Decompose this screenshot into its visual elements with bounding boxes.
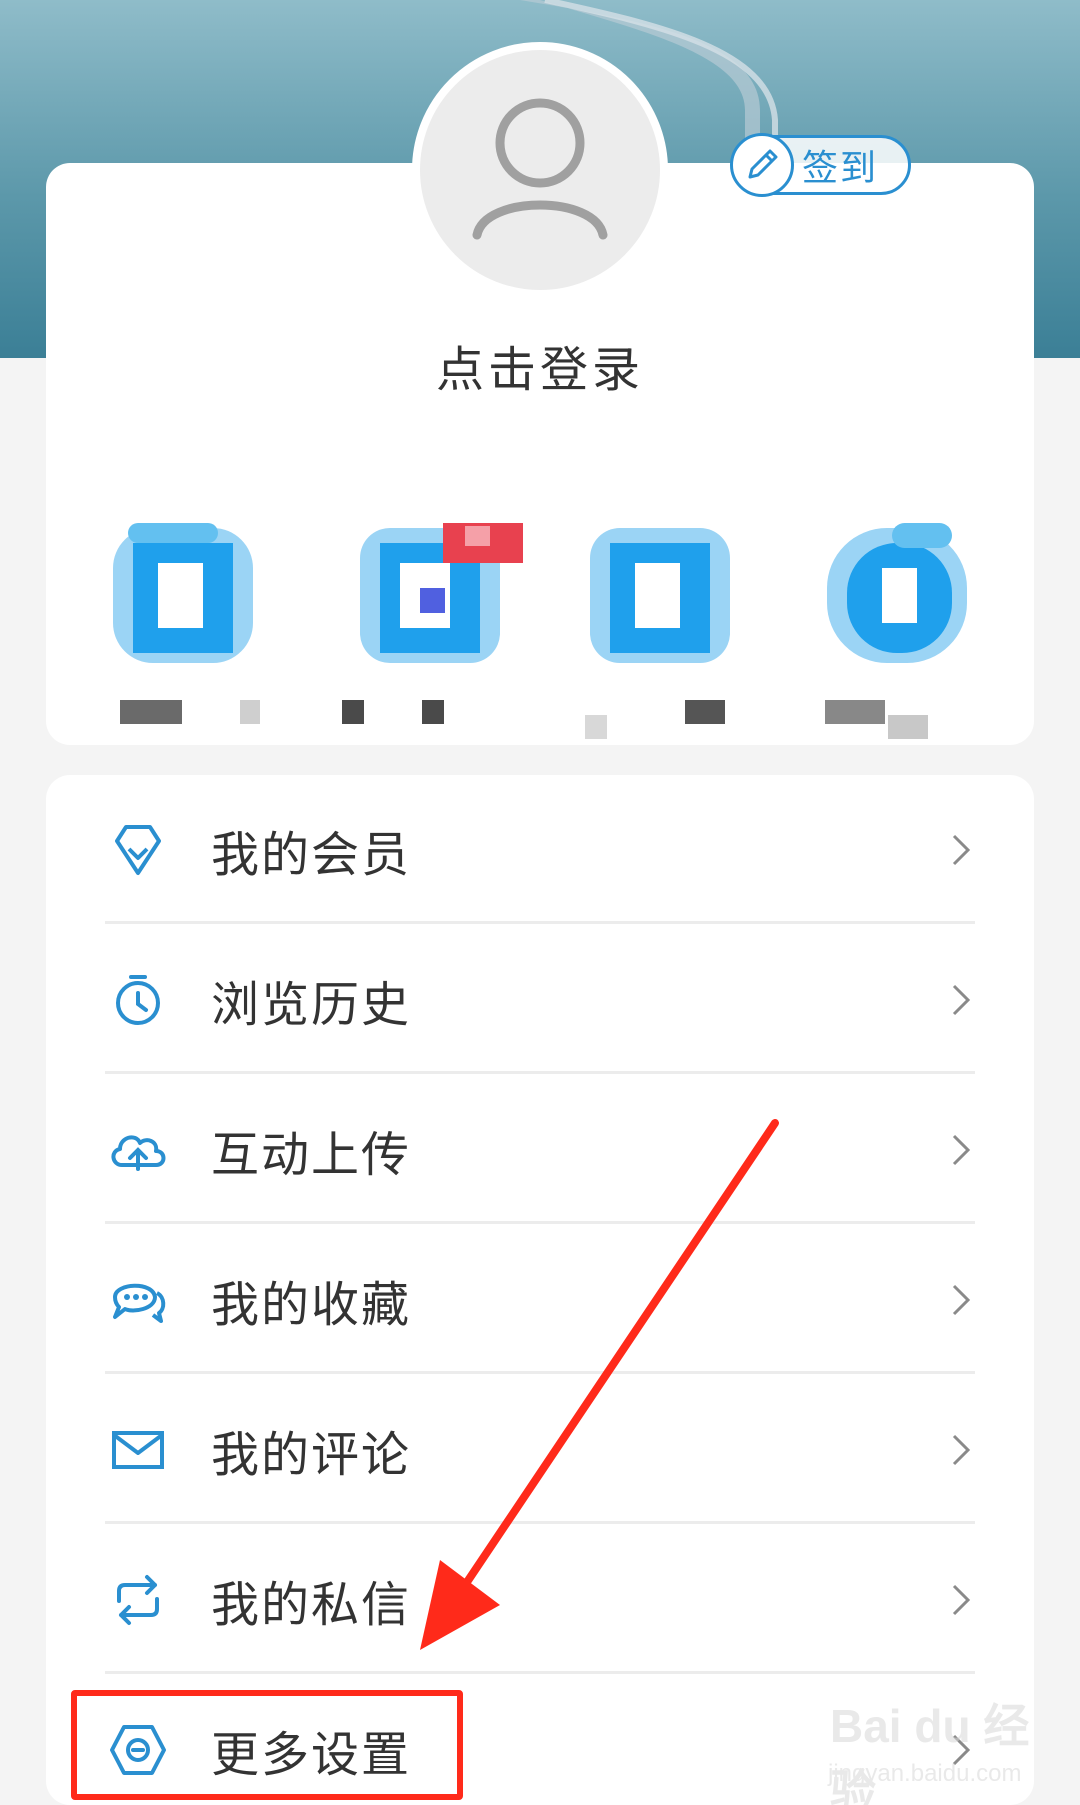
menu-item-upload[interactable]: 互动上传 xyxy=(46,1075,1034,1225)
menu-item-label: 我的私信 xyxy=(211,1577,412,1633)
pencil-icon xyxy=(730,133,794,197)
watermark-sub: jingyan.baidu.com xyxy=(828,1760,1022,1787)
user-icon xyxy=(472,98,608,240)
login-prompt[interactable]: 点击登录 xyxy=(0,330,1080,400)
chevron-right-icon xyxy=(952,984,971,1016)
shortcut-icon-3[interactable] xyxy=(585,518,735,668)
shortcut-label-3 xyxy=(585,715,607,739)
shortcut-label-4 xyxy=(825,700,885,724)
chevron-right-icon xyxy=(952,1284,971,1316)
menu-item-messages[interactable]: 我的私信 xyxy=(46,1525,1034,1675)
clock-icon xyxy=(106,968,170,1032)
menu-item-comments[interactable]: 我的评论 xyxy=(46,1375,1034,1525)
shortcut-label-1 xyxy=(120,700,182,724)
menu-item-favorites[interactable]: 我的收藏 xyxy=(46,1225,1034,1375)
watermark-logo: Bai du 经验 jingyan.baidu.com xyxy=(820,1685,1070,1805)
divider xyxy=(105,1521,975,1524)
menu-item-label: 我的评论 xyxy=(211,1427,412,1483)
shortcut-label-1b xyxy=(240,700,260,724)
divider xyxy=(105,1371,975,1374)
shortcut-label-2 xyxy=(342,700,364,724)
checkin-button[interactable]: 签到 xyxy=(730,133,911,197)
shortcut-label-4b xyxy=(888,715,928,739)
menu-item-label: 互动上传 xyxy=(211,1127,412,1183)
divider xyxy=(105,921,975,924)
shortcut-icon-2[interactable] xyxy=(355,518,523,668)
shortcut-icon-1[interactable] xyxy=(108,518,258,668)
checkin-label: 签到 xyxy=(802,148,879,189)
diamond-icon xyxy=(106,818,170,882)
repeat-icon xyxy=(106,1568,170,1632)
menu-item-membership[interactable]: 我的会员 xyxy=(46,775,1034,925)
menu-item-label: 我的会员 xyxy=(211,827,412,883)
mail-icon xyxy=(106,1418,170,1482)
chat-bubbles-icon xyxy=(106,1268,170,1332)
divider xyxy=(105,1671,975,1674)
menu-item-history[interactable]: 浏览历史 xyxy=(46,925,1034,1075)
shortcut-label-2b xyxy=(422,700,444,724)
chevron-right-icon xyxy=(952,1134,971,1166)
shortcut-label-3b xyxy=(685,700,725,724)
chevron-right-icon xyxy=(952,1584,971,1616)
menu-item-label: 浏览历史 xyxy=(211,977,412,1033)
avatar[interactable] xyxy=(412,42,668,298)
chevron-right-icon xyxy=(952,1434,971,1466)
divider xyxy=(105,1221,975,1224)
divider xyxy=(105,1071,975,1074)
cloud-upload-icon xyxy=(106,1118,170,1182)
annotation-highlight-box xyxy=(71,1690,463,1800)
chevron-right-icon xyxy=(952,834,971,866)
menu-item-label: 我的收藏 xyxy=(211,1277,412,1333)
shortcut-icon-4[interactable] xyxy=(822,518,972,668)
